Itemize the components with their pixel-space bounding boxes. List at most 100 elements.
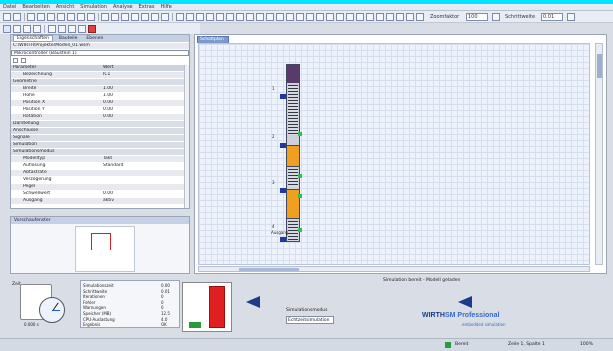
step-apply-icon[interactable] bbox=[567, 13, 575, 21]
grid-icon[interactable] bbox=[206, 13, 214, 21]
pointer-icon[interactable] bbox=[101, 13, 109, 21]
property-row[interactable]: Position Y 0.00 bbox=[11, 107, 189, 113]
property-row[interactable]: Signale bbox=[11, 135, 189, 141]
property-row[interactable]: Breite 1.00 bbox=[11, 86, 189, 92]
copy-icon[interactable] bbox=[57, 13, 65, 21]
bring-front-icon[interactable] bbox=[296, 13, 304, 21]
align-right-icon[interactable] bbox=[226, 13, 234, 21]
menu-item-help[interactable]: Hilfe bbox=[160, 4, 171, 10]
path-field[interactable]: C:\WIRTH\Projekte\Modell_01.wsm bbox=[11, 43, 189, 49]
preview-viewport-frame[interactable] bbox=[91, 233, 111, 250]
pin-connector[interactable] bbox=[280, 237, 286, 242]
stop-icon[interactable] bbox=[88, 25, 96, 33]
property-row[interactable]: Verzögerung bbox=[11, 177, 189, 183]
property-row[interactable]: Geometrie bbox=[11, 79, 189, 85]
probe-icon[interactable] bbox=[346, 13, 354, 21]
new-file-icon[interactable] bbox=[3, 13, 11, 21]
tab-layers[interactable]: Ebenen bbox=[83, 36, 106, 41]
property-value[interactable]: IC1 bbox=[103, 72, 110, 78]
graph-icon[interactable] bbox=[366, 13, 374, 21]
print-icon[interactable] bbox=[37, 13, 45, 21]
save-icon[interactable] bbox=[27, 13, 35, 21]
menu-item-simulation[interactable]: Simulation bbox=[80, 4, 107, 10]
property-row[interactable]: Modelltyp Takt bbox=[11, 156, 189, 162]
menu-item-edit[interactable]: Bearbeiten bbox=[22, 4, 49, 10]
ic-component[interactable] bbox=[286, 64, 300, 242]
zoom-in-icon[interactable] bbox=[176, 13, 184, 21]
preview-canvas[interactable] bbox=[75, 226, 135, 272]
paste-icon[interactable] bbox=[67, 13, 75, 21]
slow-icon[interactable] bbox=[68, 25, 76, 33]
preview-title[interactable]: Vorschaufenster bbox=[14, 218, 51, 223]
zoom-apply-icon[interactable] bbox=[492, 13, 500, 21]
property-row[interactable]: Simulationsmodus bbox=[11, 149, 189, 155]
property-row[interactable]: Höhe 1.00 bbox=[11, 93, 189, 99]
reset-icon[interactable] bbox=[33, 25, 41, 33]
run-icon[interactable] bbox=[3, 25, 11, 33]
table-icon[interactable] bbox=[376, 13, 384, 21]
property-row[interactable]: Simulation bbox=[11, 142, 189, 148]
sort-icon[interactable] bbox=[13, 58, 18, 63]
scope-icon[interactable] bbox=[356, 13, 364, 21]
wire-icon[interactable] bbox=[111, 13, 119, 21]
settings-icon[interactable] bbox=[406, 13, 414, 21]
property-value[interactable]: 0.00 bbox=[103, 114, 113, 120]
property-row[interactable]: Anschlüsse bbox=[11, 128, 189, 134]
step-select[interactable]: 0.01 bbox=[541, 13, 563, 21]
zoom-select[interactable]: 100 bbox=[466, 13, 488, 21]
send-back-icon[interactable] bbox=[306, 13, 314, 21]
property-row[interactable]: Darstellung bbox=[11, 121, 189, 127]
redo-icon[interactable] bbox=[87, 13, 95, 21]
property-row[interactable]: Auflösung Standard bbox=[11, 163, 189, 169]
property-value[interactable]: 1.00 bbox=[103, 86, 113, 92]
lock-icon[interactable] bbox=[316, 13, 324, 21]
rotate-icon[interactable] bbox=[276, 13, 284, 21]
property-value[interactable]: aktiv bbox=[103, 198, 114, 204]
unlock-icon[interactable] bbox=[326, 13, 334, 21]
property-row[interactable]: Bezeichnung IC1 bbox=[11, 72, 189, 78]
properties-scrollbar[interactable] bbox=[184, 65, 189, 208]
group-icon[interactable] bbox=[256, 13, 264, 21]
property-row[interactable]: Position X 0.00 bbox=[11, 100, 189, 106]
line-icon[interactable] bbox=[141, 13, 149, 21]
menu-item-view[interactable]: Ansicht bbox=[56, 4, 74, 10]
model-select[interactable]: Echtzeitsimulation bbox=[286, 316, 334, 324]
property-value[interactable]: 0.00 bbox=[103, 100, 113, 106]
fast-icon[interactable] bbox=[78, 25, 86, 33]
property-row[interactable]: Rotation 0.00 bbox=[11, 114, 189, 120]
property-value[interactable]: Takt bbox=[103, 156, 112, 162]
mirror-icon[interactable] bbox=[286, 13, 294, 21]
align-bottom-icon[interactable] bbox=[246, 13, 254, 21]
open-file-icon[interactable] bbox=[13, 13, 21, 21]
cut-icon[interactable] bbox=[47, 13, 55, 21]
circle-icon[interactable] bbox=[161, 13, 169, 21]
record-icon[interactable] bbox=[48, 25, 56, 33]
pin-connector[interactable] bbox=[280, 143, 286, 148]
pin-connector[interactable] bbox=[280, 94, 286, 99]
property-row[interactable]: Ausgang aktiv bbox=[11, 198, 189, 204]
text-icon[interactable] bbox=[131, 13, 139, 21]
selected-component-select[interactable]: Mikrocontroller (Baustein 1) bbox=[11, 50, 189, 56]
menu-item-analysis[interactable]: Analyse bbox=[113, 4, 133, 10]
property-value[interactable]: Standard bbox=[103, 163, 123, 169]
vertical-scrollbar[interactable] bbox=[595, 43, 603, 265]
property-row[interactable]: Abtastrate bbox=[11, 170, 189, 176]
menu-item-extras[interactable]: Extras bbox=[139, 4, 155, 10]
playback-icon[interactable] bbox=[58, 25, 66, 33]
property-row[interactable]: Pegel bbox=[11, 184, 189, 190]
measure-icon[interactable] bbox=[336, 13, 344, 21]
ungroup-icon[interactable] bbox=[266, 13, 274, 21]
info-icon[interactable] bbox=[416, 13, 424, 21]
property-value[interactable]: 0.00 bbox=[103, 107, 113, 113]
tab-schematic[interactable]: Schaltplan bbox=[197, 36, 229, 43]
step-icon[interactable] bbox=[23, 25, 31, 33]
tab-properties[interactable]: Eigenschaften bbox=[13, 35, 53, 42]
tab-components[interactable]: Bauteile bbox=[56, 36, 81, 41]
schematic-canvas[interactable] bbox=[198, 43, 590, 265]
undo-icon[interactable] bbox=[77, 13, 85, 21]
menu-item-file[interactable]: Datei bbox=[3, 4, 16, 10]
property-value[interactable]: 0.00 bbox=[103, 191, 113, 197]
align-left-icon[interactable] bbox=[216, 13, 224, 21]
pause-icon[interactable] bbox=[13, 25, 21, 33]
component-icon[interactable] bbox=[121, 13, 129, 21]
